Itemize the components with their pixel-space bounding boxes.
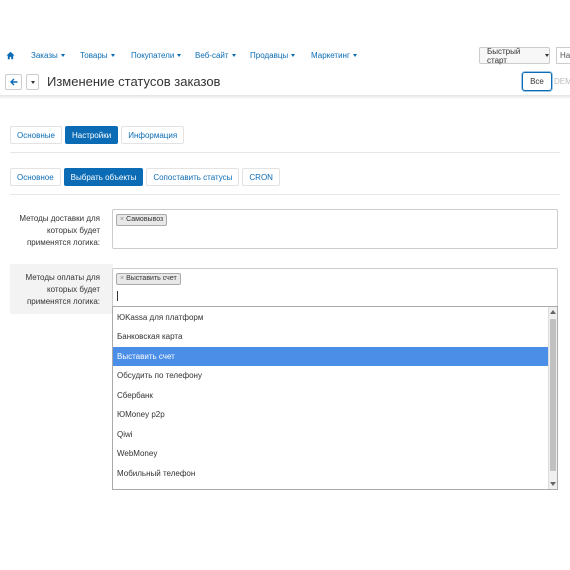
chevron-down-icon [177,54,182,58]
dropdown-option-selected[interactable]: Выставить счет [113,347,549,366]
nav-website[interactable]: Веб-сайт [195,51,236,60]
main-tabs: Основные Настройки Информация [10,126,185,144]
tab-settings[interactable]: Настройки [64,126,119,144]
page-title: Изменение статусов заказов [47,74,221,89]
back-history-dropdown[interactable] [26,74,39,90]
home-icon[interactable] [6,51,15,60]
chevron-down-icon [545,54,549,57]
nav-customers[interactable]: Покупатели [131,51,182,60]
nav-marketing[interactable]: Маркетинг [311,51,357,60]
search-input[interactable]: Най [556,47,570,64]
delivery-methods-select[interactable]: × Самовывоз [112,209,558,249]
subtab-cron[interactable]: CRON [242,168,280,186]
dropdown-option[interactable]: Сбербанк [113,386,549,405]
quick-start-button[interactable]: Быстрый старт [479,46,550,65]
payment-methods-select[interactable]: × Выставить счет [112,268,558,307]
subtab-select-objects[interactable]: Выбрать объекты [63,168,144,186]
chevron-down-icon [291,54,296,58]
search-input-text: Най [560,51,570,60]
nav-vendors-label: Продавцы [250,51,289,60]
label-line: применятся логика: [26,297,100,306]
dropdown-scrollbar[interactable] [548,307,557,489]
label-line: которых будет [47,226,100,235]
scroll-up-icon[interactable] [550,310,556,314]
label-line: применятся логика: [26,238,100,247]
chevron-down-icon [231,54,236,58]
nav-products[interactable]: Товары [80,51,115,60]
chevron-down-icon [60,54,65,58]
subtab-map-statuses[interactable]: Сопоставить статусы [146,168,240,186]
nav-orders[interactable]: Заказы [31,51,65,60]
dropdown-option[interactable]: Qiwi [113,425,549,444]
all-button[interactable]: Все [522,72,552,91]
scroll-down-icon[interactable] [550,482,556,486]
nav-marketing-label: Маркетинг [311,51,350,60]
dropdown-option[interactable]: ЮKassa для платформ [113,308,549,327]
back-button[interactable] [5,74,22,90]
chevron-down-icon [110,54,115,58]
header-overflow-text: DEM [554,77,570,86]
label-line: которых будет [47,285,100,294]
dropdown-option[interactable]: ЮMoney p2p [113,405,549,424]
tab-general[interactable]: Основные [10,126,62,144]
tab-information[interactable]: Информация [121,126,185,144]
dropdown-option[interactable]: WebMoney [113,444,549,463]
nav-customers-label: Покупатели [131,51,175,60]
quick-start-label: Быстрый старт [487,46,521,65]
dropdown-option[interactable]: Мобильный телефон [113,464,549,483]
divider [10,152,560,153]
scrollbar-thumb[interactable] [550,319,556,471]
label-line: Методы доставки для [19,214,100,223]
chevron-down-icon [352,54,357,58]
payment-methods-dropdown: ЮKassa для платформ Банковская карта Выс… [112,306,558,490]
text-cursor [117,291,118,301]
selected-chip: × Выставить счет [116,273,181,285]
remove-chip-icon[interactable]: × [120,275,124,282]
delivery-methods-label: Методы доставки для которых будет примен… [10,213,100,249]
arrow-left-icon [9,78,17,86]
dropdown-option[interactable]: Банковская карта [113,327,549,346]
payment-methods-label: Методы оплаты для которых будет применят… [10,272,100,308]
chip-label: Самовывоз [126,216,164,223]
divider [10,194,560,195]
header-divider [0,95,570,99]
nav-products-label: Товары [80,51,108,60]
nav-vendors[interactable]: Продавцы [250,51,296,60]
dropdown-option[interactable]: Обсудить по телефону [113,366,549,385]
subtab-basic[interactable]: Основное [10,168,61,186]
chevron-down-icon [30,80,35,84]
nav-website-label: Веб-сайт [195,51,229,60]
sub-tabs: Основное Выбрать объекты Сопоставить ста… [10,168,280,186]
label-line: Методы оплаты для [25,273,100,282]
nav-orders-label: Заказы [31,51,58,60]
chip-label: Выставить счет [126,275,177,282]
selected-chip: × Самовывоз [116,214,168,226]
remove-chip-icon[interactable]: × [120,216,124,223]
